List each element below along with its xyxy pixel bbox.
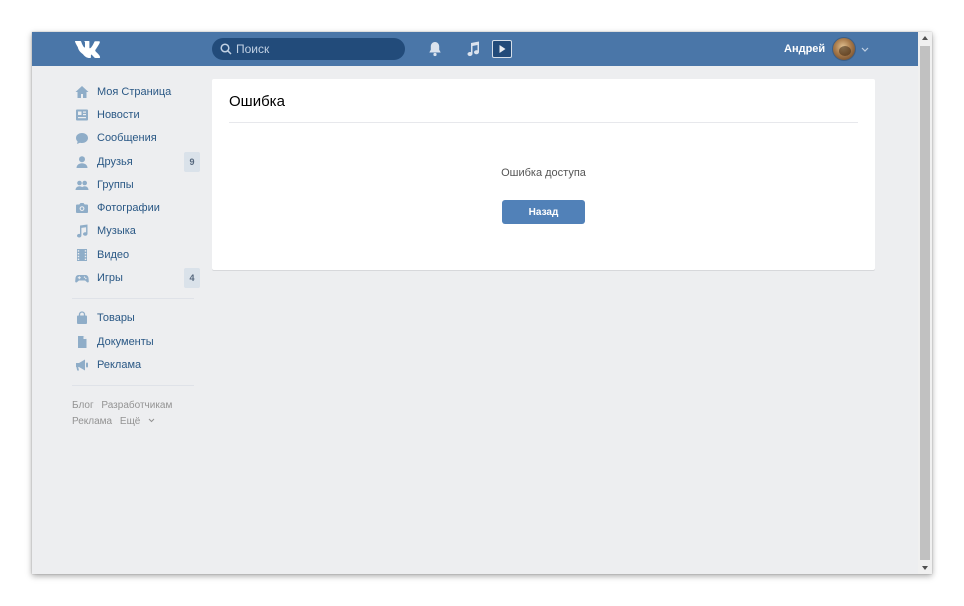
- search-input[interactable]: [236, 38, 396, 60]
- card-divider: [229, 122, 858, 123]
- sidebar-item-news[interactable]: Новости: [72, 103, 200, 126]
- footer-link-ads[interactable]: Реклама: [72, 416, 112, 427]
- sidebar-item-label: Товары: [97, 312, 135, 325]
- shopping-bag-icon: [77, 311, 87, 325]
- sidebar-item-label: Друзья: [97, 155, 133, 168]
- music-note-icon: [77, 224, 88, 238]
- scroll-up-arrow-icon[interactable]: [921, 35, 929, 41]
- sidebar-item-games[interactable]: Игры 4: [72, 266, 200, 289]
- friends-icon: [76, 155, 88, 168]
- chevron-down-icon: [148, 419, 155, 423]
- footer-link-developers[interactable]: Разработчикам: [101, 400, 172, 411]
- sidebar-footer-links: Блог Разработчикам Реклама Ещё: [72, 398, 200, 430]
- camera-icon: [76, 203, 88, 214]
- sidebar-item-label: Музыка: [97, 225, 136, 238]
- footer-link-blog[interactable]: Блог: [72, 400, 94, 411]
- sidebar-item-messages[interactable]: Сообщения: [72, 127, 200, 150]
- messages-icon: [76, 133, 88, 145]
- search-icon: [220, 43, 232, 55]
- sidebar-item-music[interactable]: Музыка: [72, 220, 200, 243]
- home-icon: [75, 85, 89, 98]
- browser-window: Андрей Моя Страница Новости: [32, 32, 932, 574]
- error-card: Ошибка Ошибка доступа Назад: [212, 79, 875, 270]
- music-icon[interactable]: [466, 41, 480, 57]
- sidebar-item-goods[interactable]: Товары: [72, 307, 200, 330]
- sidebar-item-photos[interactable]: Фотографии: [72, 196, 200, 219]
- sidebar-item-label: Реклама: [97, 358, 142, 371]
- sidebar-item-video[interactable]: Видео: [72, 243, 200, 266]
- sidebar-item-my-page[interactable]: Моя Страница: [72, 80, 200, 103]
- footer-link-more[interactable]: Ещё: [120, 416, 155, 427]
- avatar[interactable]: [832, 37, 856, 61]
- video-play-icon[interactable]: [492, 40, 512, 58]
- sidebar-item-label: Документы: [97, 335, 154, 348]
- page-title: Ошибка: [229, 93, 285, 110]
- sidebar-item-groups[interactable]: Группы: [72, 173, 200, 196]
- left-sidebar: Моя Страница Новости Сообщения Друзья 9 …: [72, 80, 200, 430]
- gamepad-icon: [75, 275, 89, 283]
- user-name[interactable]: Андрей: [784, 43, 825, 55]
- footer-more-label: Ещё: [119, 415, 141, 427]
- scroll-down-arrow-icon[interactable]: [921, 565, 929, 571]
- friends-count-badge[interactable]: 9: [184, 151, 200, 172]
- sidebar-item-documents[interactable]: Документы: [72, 330, 200, 353]
- sidebar-item-friends[interactable]: Друзья 9: [72, 150, 200, 173]
- document-icon: [78, 335, 87, 348]
- sidebar-item-label: Игры: [97, 272, 123, 285]
- bell-icon[interactable]: [428, 41, 442, 57]
- scrollbar-thumb[interactable]: [920, 46, 930, 560]
- top-header: Андрей: [32, 32, 918, 66]
- games-count-badge[interactable]: 4: [184, 268, 200, 289]
- sidebar-item-label: Новости: [97, 108, 140, 121]
- error-message: Ошибка доступа: [501, 167, 586, 179]
- sidebar-item-label: Моя Страница: [97, 85, 172, 98]
- sidebar-divider: [72, 297, 194, 299]
- sidebar-divider: [72, 384, 194, 386]
- megaphone-icon: [76, 359, 88, 371]
- search-box[interactable]: [212, 38, 405, 60]
- sidebar-item-label: Фотографии: [97, 202, 160, 215]
- vertical-scrollbar[interactable]: [918, 32, 932, 574]
- sidebar-item-ads[interactable]: Реклама: [72, 353, 200, 376]
- sidebar-item-label: Видео: [97, 248, 130, 261]
- vk-logo[interactable]: [74, 40, 104, 58]
- news-icon: [76, 109, 88, 121]
- chevron-down-icon[interactable]: [861, 47, 869, 52]
- film-icon: [77, 248, 87, 261]
- sidebar-item-label: Сообщения: [97, 132, 157, 145]
- sidebar-item-label: Группы: [97, 178, 134, 191]
- back-button[interactable]: Назад: [502, 200, 585, 224]
- groups-icon: [75, 180, 89, 190]
